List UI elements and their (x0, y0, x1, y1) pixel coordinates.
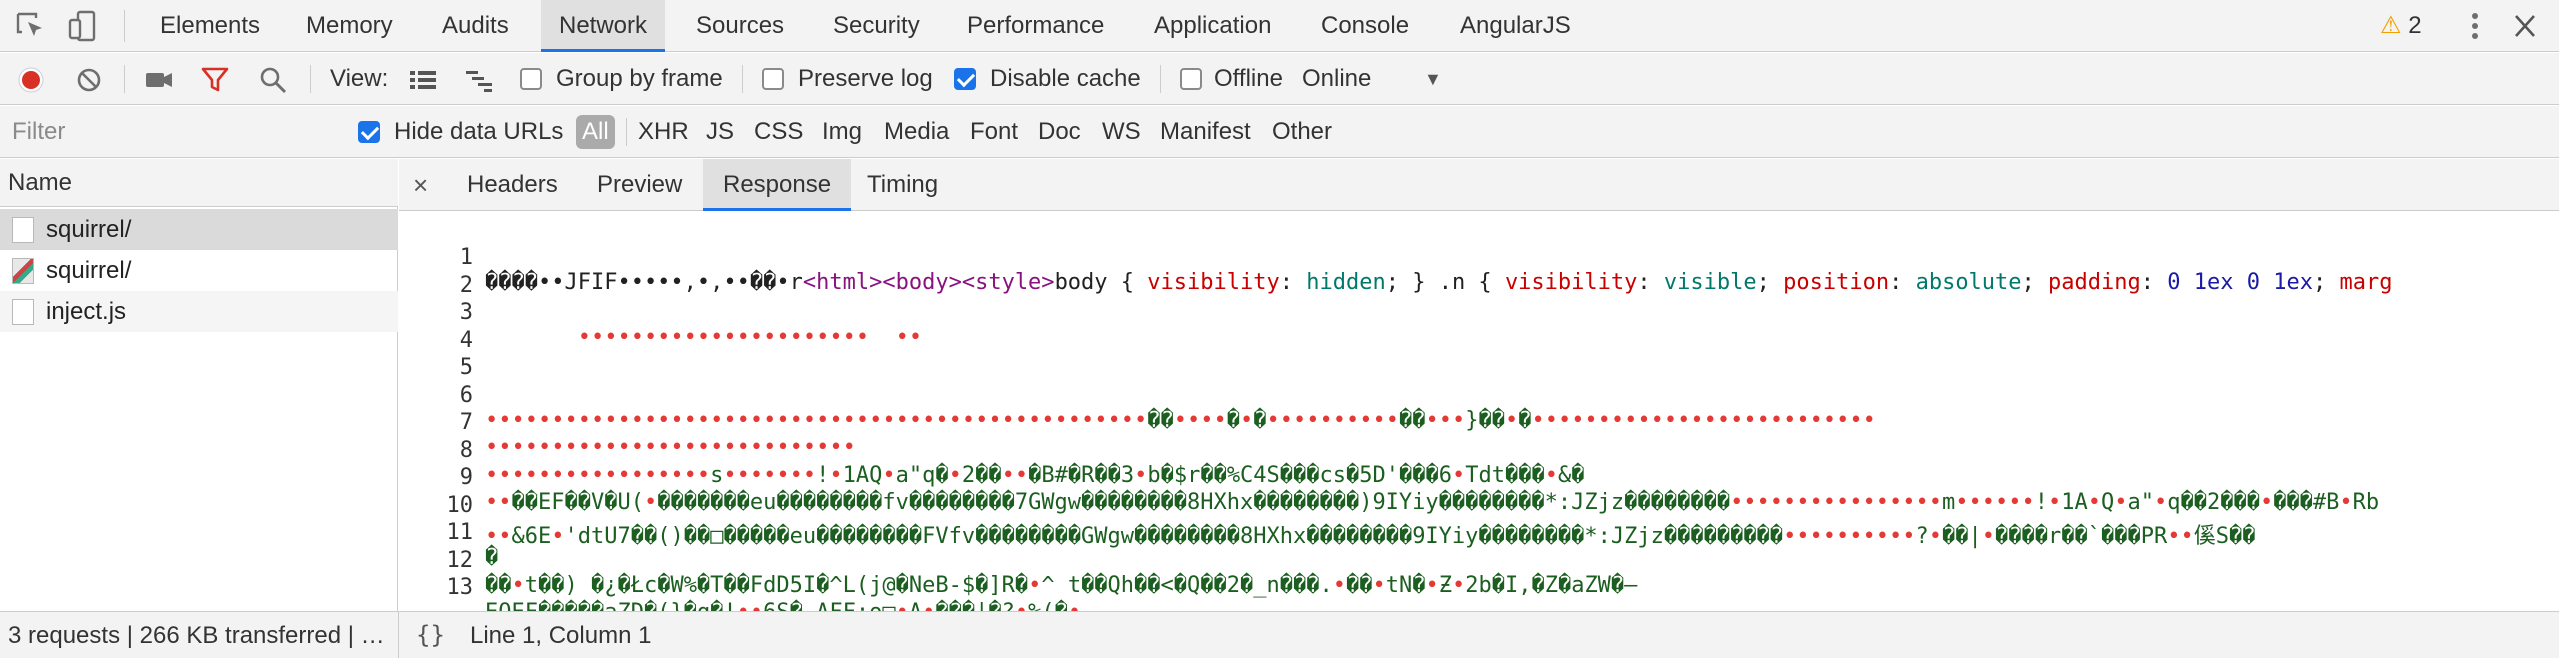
code-line: �>•�•�##‚�a�E-{�••��•�t#n�a••+�~~�<Up${W… (399, 578, 2559, 606)
preserve-log-checkbox[interactable] (762, 68, 784, 90)
hide-data-urls-label[interactable]: Hide data URLs (394, 106, 563, 158)
image-icon (12, 258, 34, 284)
code-line: 11 � (399, 495, 2559, 570)
code-line: 9 ••��EF��V�U(•�������eu��������fv������… (399, 440, 2559, 515)
filter-type-js[interactable]: JS (706, 106, 734, 158)
tab-sources[interactable]: Sources (678, 0, 802, 52)
camera-icon[interactable] (144, 65, 174, 95)
response-viewer[interactable]: 1 ����••JFIF•••••,•,••��•r<html><body><s… (399, 212, 2559, 611)
filter-type-manifest[interactable]: Manifest (1160, 106, 1251, 158)
tab-timing[interactable]: Timing (867, 159, 938, 211)
record-icon[interactable] (16, 65, 46, 95)
tab-angularjs[interactable]: AngularJS (1442, 0, 1589, 52)
name-column-header[interactable]: Name (0, 159, 398, 207)
tab-memory[interactable]: Memory (288, 0, 411, 52)
tab-application[interactable]: Application (1136, 0, 1289, 52)
filter-type-doc[interactable]: Doc (1038, 106, 1081, 158)
code-line: 6 ••••••••••••••••••••••••••••••••••••••… (399, 358, 2559, 433)
status-bar: 3 requests | 266 KB transferred | … {} L… (0, 611, 2559, 658)
dropdown-arrow-icon[interactable]: ▼ (1424, 53, 1442, 105)
close-detail-icon[interactable]: × (413, 159, 428, 211)
tab-security[interactable]: Security (815, 0, 938, 52)
more-options-icon[interactable] (2458, 10, 2492, 42)
filter-type-img[interactable]: Img (822, 106, 862, 158)
devtools-tab-bar: Elements Memory Audits Network Sources S… (0, 0, 2559, 52)
disable-cache-checkbox[interactable] (954, 68, 976, 90)
warnings-counter[interactable]: ⚠ 2 (2380, 10, 2422, 42)
hide-data-urls-checkbox[interactable] (358, 121, 380, 143)
code-line: 4 (399, 303, 2559, 353)
request-row[interactable]: squirrel/ (0, 250, 398, 291)
tab-performance[interactable]: Performance (949, 0, 1122, 52)
tab-console[interactable]: Console (1303, 0, 1427, 52)
filter-type-css[interactable]: CSS (754, 106, 803, 158)
detail-tab-bar: × Headers Preview Response Timing (399, 159, 2559, 211)
warning-icon: ⚠ (2380, 12, 2402, 39)
request-name: squirrel/ (46, 216, 132, 243)
close-icon[interactable] (2508, 10, 2542, 42)
tab-preview[interactable]: Preview (597, 159, 682, 211)
filter-type-ws[interactable]: WS (1102, 106, 1141, 158)
search-icon[interactable] (258, 65, 288, 95)
divider (310, 65, 311, 93)
device-toolbar-icon[interactable] (66, 10, 100, 42)
waterfall-icon[interactable] (464, 65, 494, 95)
request-detail-panel: × Headers Preview Response Timing 1 ����… (399, 159, 2559, 611)
pretty-print-icon[interactable]: {} (416, 612, 445, 658)
request-row[interactable]: squirrel/ (0, 209, 398, 250)
code-line: 13 EQEF�����aZD�(}�q�!••6S�,AFF:o□•A•���… (399, 550, 2559, 611)
filter-input[interactable] (4, 114, 334, 150)
tab-response[interactable]: Response (703, 159, 852, 211)
throttling-select[interactable]: Online (1302, 53, 1371, 105)
offline-label[interactable]: Offline (1214, 53, 1283, 105)
warning-count: 2 (2408, 12, 2422, 39)
filter-type-xhr[interactable]: XHR (638, 106, 689, 158)
code-line: 2 (399, 248, 2559, 298)
code-line: 10 ••&6E•'dtU7��()��□�����eu��������FVfv… (399, 468, 2559, 549)
large-rows-icon[interactable] (408, 65, 438, 95)
document-icon (12, 217, 34, 243)
tab-headers[interactable]: Headers (467, 159, 558, 211)
filter-type-other[interactable]: Other (1272, 106, 1332, 158)
divider (626, 118, 627, 146)
filter-type-font[interactable]: Font (970, 106, 1018, 158)
code-line: 1 ����••JFIF•••••,•,••��•r<html><body><s… (399, 220, 2559, 295)
filter-type-all[interactable]: All (576, 115, 615, 149)
tab-elements[interactable]: Elements (142, 0, 278, 52)
view-label: View: (330, 65, 389, 92)
request-summary: 3 requests | 266 KB transferred | … (8, 622, 385, 649)
filter-bar: Hide data URLs All XHR JS CSS Img Media … (0, 106, 2559, 158)
code-line: 7 •••••••••••••••••••••••••••• (399, 385, 2559, 460)
filter-type-media[interactable]: Media (884, 106, 949, 158)
cursor-position: Line 1, Column 1 (470, 622, 652, 649)
divider (742, 65, 743, 93)
code-line: 8 •••••••••••••••••s•••••••!•1AQ•a"q�•2�… (399, 413, 2559, 488)
divider (398, 612, 399, 658)
group-by-frame-checkbox[interactable] (520, 68, 542, 90)
tab-audits[interactable]: Audits (424, 0, 527, 52)
filter-icon[interactable] (200, 65, 230, 95)
divider (124, 65, 125, 93)
code-line: 12 ��•t��) �¿�Łc�W%�T��FdD5I�^L(j@�NeB-$… (399, 523, 2559, 598)
request-list: Name squirrel/ squirrel/ inject.js (0, 159, 398, 611)
divider (1160, 65, 1161, 93)
code-line: 5 (399, 330, 2559, 380)
network-toolbar: View: Group by frame Preserve log Disabl… (0, 53, 2559, 105)
disable-cache-label[interactable]: Disable cache (990, 53, 1141, 105)
tab-network[interactable]: Network (541, 0, 666, 52)
request-name: squirrel/ (46, 257, 132, 284)
divider (124, 10, 125, 42)
request-row[interactable]: inject.js (0, 291, 398, 332)
offline-checkbox[interactable] (1180, 68, 1202, 90)
preserve-log-label[interactable]: Preserve log (798, 53, 933, 105)
inspect-element-icon[interactable] (14, 10, 48, 42)
clear-icon[interactable] (74, 65, 104, 95)
code-line: 3 •••••••••••••••••••••• •• (399, 275, 2559, 350)
group-by-frame-label[interactable]: Group by frame (556, 53, 723, 105)
request-name: inject.js (46, 298, 127, 325)
document-icon (12, 299, 34, 325)
